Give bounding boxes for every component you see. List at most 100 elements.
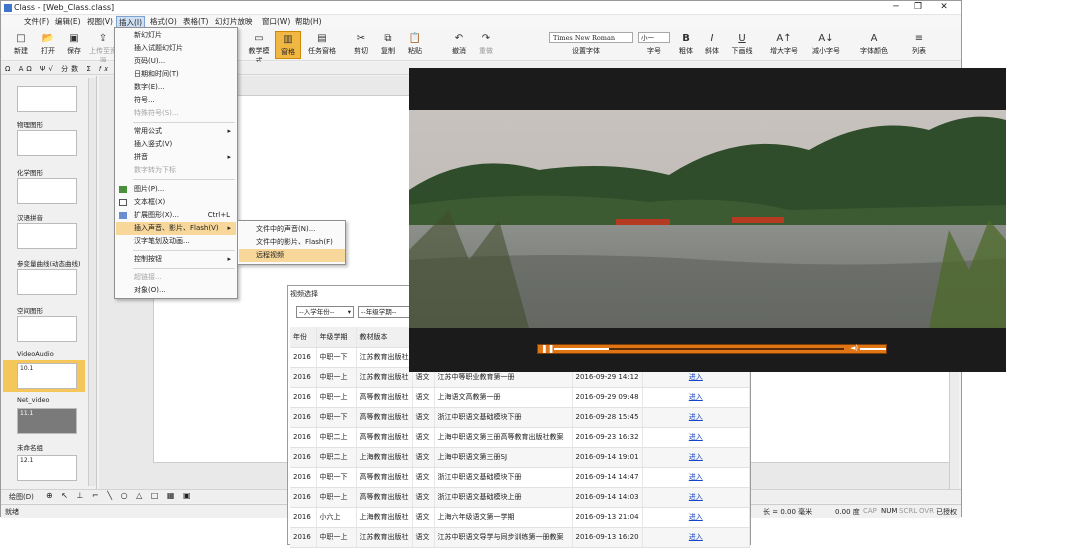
menu-item-picture[interactable]: 图片(P)... (116, 183, 236, 196)
italic-button[interactable]: I 斜体 (699, 31, 725, 59)
group-parametric[interactable]: 参变量曲线(动态曲线) (17, 258, 81, 268)
menu-item-subscript[interactable]: 数字转为下标 (116, 164, 236, 177)
group-unnamed[interactable]: 未命名组 (17, 442, 43, 452)
menu-item-insert-question-slide[interactable]: 插入试题幻灯片 (116, 42, 236, 55)
slide-thumbnail[interactable]: 11.1 (17, 408, 77, 434)
enter-link[interactable]: 进入 (642, 427, 751, 448)
menu-item-control-button[interactable]: 控制按钮 ▸ (116, 253, 236, 266)
menu-item-symbol[interactable]: 符号... (116, 94, 236, 107)
menu-item-extended-shapes[interactable]: 扩展图形(X)... Ctrl+L (116, 209, 236, 222)
bold-button[interactable]: B 粗体 (673, 31, 699, 59)
menu-view[interactable]: 视图(V) (85, 16, 115, 28)
enter-link[interactable]: 进入 (642, 447, 751, 468)
menu-item-pinyin[interactable]: 拼音 ▸ (116, 151, 236, 164)
slide-thumbnail[interactable] (17, 223, 77, 249)
length-readout: 长 = 0.00 毫米 (763, 508, 813, 516)
table-row[interactable]: 2016 中职二上 上海教育出版社 语文 上海中职语文第三册SJ 2016-09-14 1… (290, 447, 751, 468)
enter-link[interactable]: 进入 (642, 387, 751, 408)
decrease-font-button[interactable]: A↓ 减小字号 (809, 31, 843, 59)
font-name-select[interactable]: Times New Roman (549, 32, 633, 43)
menu-help[interactable]: 帮助(H) (293, 16, 324, 28)
col-edition: 教材版本 (356, 327, 413, 348)
volume-icon[interactable]: ◄) (850, 344, 858, 352)
draw-tools[interactable]: ⊕ ↖ ⊥ ⌐ ╲ ○ △ □ ▦ ▣ (46, 491, 194, 500)
menu-item-special-symbol[interactable]: 特殊符号(S)... (116, 107, 236, 120)
pane-button[interactable]: ▥ 窗格 (275, 31, 301, 59)
table-cell: 上海教育出版社 (356, 507, 413, 528)
group-pinyin[interactable]: 汉语拼音 (17, 212, 43, 222)
slide-thumbnail[interactable] (17, 130, 77, 156)
menu-item-new-slide[interactable]: 新幻灯片 (116, 29, 236, 42)
close-button[interactable]: ✕ (933, 1, 955, 15)
slide-thumbnail[interactable] (17, 269, 77, 295)
submenu-item-movie-flash[interactable]: 文件中的影片、Flash(F) (239, 236, 345, 249)
table-row[interactable]: 2016 中职一上 江苏教育出版社 语文 江苏中职语文导学与同步训练第一册教案 2016-… (290, 527, 751, 548)
font-size-select[interactable]: 小一 (638, 32, 670, 43)
menu-item-hyperlink[interactable]: 超链接... (116, 271, 236, 284)
menu-item-page-number[interactable]: 页码(U)... (116, 55, 236, 68)
menu-item-object[interactable]: 对象(O)... (116, 284, 236, 297)
teaching-mode-button[interactable]: ▭ 教学模式 (246, 31, 272, 65)
draw-menu[interactable]: 绘图(D) (9, 492, 34, 502)
table-cell: 2016 (290, 387, 317, 408)
table-cell: 2016-09-23 16:32 (572, 427, 643, 448)
group-net-video[interactable]: Net_video (17, 396, 49, 404)
group-spatial[interactable]: 空间图形 (17, 305, 43, 315)
paste-button[interactable]: 📋 粘贴 (402, 31, 428, 59)
enter-link[interactable]: 进入 (642, 527, 751, 548)
upload-button[interactable]: ⇪ 上传至资源 (89, 31, 117, 65)
redo-button[interactable]: ↷ 重做 (473, 31, 499, 59)
font-color-button[interactable]: A 字体颜色 (857, 31, 891, 59)
slide-thumbnail-selected[interactable]: 10.1 (17, 363, 77, 389)
insert-menu-dropdown: 新幻灯片 插入试题幻灯片 页码(U)... 日期和时间(T) 数字(E)... … (114, 27, 238, 299)
task-pane-button[interactable]: ▤ 任务窗格 (305, 31, 339, 59)
undo-button[interactable]: ↶ 撤消 (446, 31, 472, 59)
menu-item-formula[interactable]: 常用公式 ▸ (116, 125, 236, 138)
slide-thumbnail[interactable] (17, 316, 77, 342)
enter-link[interactable]: 进入 (642, 407, 751, 428)
increase-font-button[interactable]: A↑ 增大字号 (767, 31, 801, 59)
menu-item-number[interactable]: 数字(E)... (116, 81, 236, 94)
menu-item-textbox[interactable]: 文本框(X) (116, 196, 236, 209)
table-row[interactable]: 2016 中职一下 高等教育出版社 语文 浙江中职语文基础模块下册 2016-09-14 … (290, 467, 751, 488)
enter-link[interactable]: 进入 (642, 467, 751, 488)
underline-button[interactable]: U 下画线 (727, 31, 757, 59)
sidebar-scrollbar[interactable] (88, 78, 96, 486)
enter-link[interactable]: 进入 (642, 487, 751, 508)
maximize-button[interactable]: ❐ (907, 1, 929, 15)
copy-button[interactable]: ⧉ 复制 (375, 31, 401, 59)
group-videoaudio[interactable]: VideoAudio (17, 350, 54, 358)
menu-item-insert-media[interactable]: 插入声音、影片、Flash(V) ▸ (116, 222, 236, 235)
menu-edit[interactable]: 编辑(E) (53, 16, 83, 28)
group-chemistry[interactable]: 化学图形 (17, 167, 43, 177)
volume-slider[interactable] (860, 348, 886, 350)
submenu-item-sound-file[interactable]: 文件中的声音(N)... (239, 223, 345, 236)
cut-button[interactable]: ✂ 剪切 (348, 31, 374, 59)
menu-item-vertical-calc[interactable]: 插入竖式(V) (116, 138, 236, 151)
save-button[interactable]: ▣ 保存 (61, 31, 87, 59)
table-row[interactable]: 2016 中职一下 高等教育出版社 语文 浙江中职语文基础模块下册 2016-09-28 … (290, 407, 751, 428)
menu-file[interactable]: 文件(F) (22, 16, 51, 28)
open-button[interactable]: 📂 打开 (35, 31, 61, 59)
menu-item-stroke-animation[interactable]: 汉字笔划及动画... (116, 235, 236, 248)
enroll-year-select[interactable]: --入学年份-- ▾ (296, 306, 354, 318)
enter-link[interactable]: 进入 (642, 507, 751, 528)
table-cell: 2016-09-14 19:01 (572, 447, 643, 468)
list-button[interactable]: ≡ 列表 (906, 31, 932, 59)
menu-item-date-time[interactable]: 日期和时间(T) (116, 68, 236, 81)
group-physics[interactable]: 物理图形 (17, 119, 43, 129)
video-player[interactable]: ❚❚ ◄) (409, 68, 1006, 372)
table-row[interactable]: 2016 小六上 上海教育出版社 语文 上海六年级语文第一学期 2016-09-13 21… (290, 507, 751, 528)
pause-icon[interactable]: ❚❚ (541, 344, 554, 353)
table-row[interactable]: 2016 中职二上 高等教育出版社 语文 上海中职语文第三册高等教育出版社教案 2016-… (290, 427, 751, 448)
minimize-button[interactable]: ─ (885, 1, 907, 15)
submenu-item-remote-video[interactable]: 远程视频 (239, 249, 345, 262)
slide-thumbnail[interactable]: 12.1 (17, 455, 77, 481)
menu-window[interactable]: 窗口(W) (260, 16, 292, 28)
shapes-icon (119, 212, 127, 219)
slide-thumbnail[interactable] (17, 86, 77, 112)
table-row[interactable]: 2016 中职一上 高等教育出版社 语文 浙江中职语文基础模块上册 2016-09-14 … (290, 487, 751, 508)
new-button[interactable]: □ 新建 (8, 31, 34, 59)
slide-thumbnail[interactable] (17, 178, 77, 204)
table-row[interactable]: 2016 中职一上 高等教育出版社 语文 上海语文高教第一册 2016-09-29 09:… (290, 387, 751, 408)
